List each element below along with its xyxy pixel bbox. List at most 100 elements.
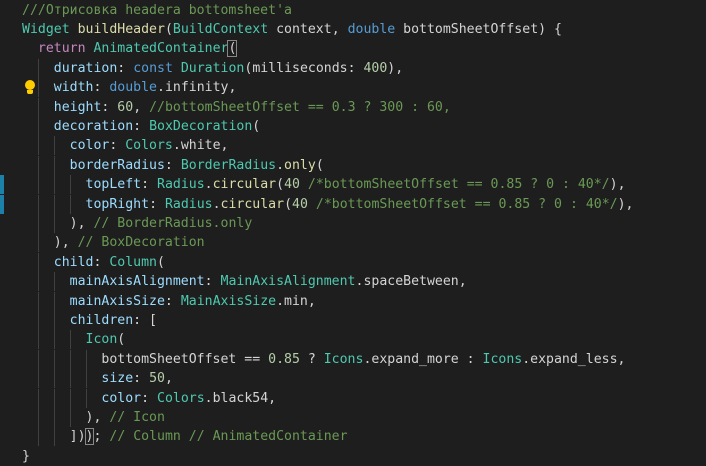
code-token: : [ xyxy=(133,312,157,328)
code-line[interactable]: ])); // Column // AnimatedContainer xyxy=(0,427,706,447)
code-token: : xyxy=(133,371,150,387)
code-token: : xyxy=(93,254,110,270)
code-line[interactable]: mainAxisSize: MainAxisSize.min, xyxy=(0,291,706,311)
code-text: ), // Icon xyxy=(22,408,165,427)
code-token: height xyxy=(53,99,102,115)
code-text: ])); // Column // AnimatedContainer xyxy=(22,427,348,446)
code-line[interactable]: duration: const Duration(milliseconds: 4… xyxy=(0,58,706,78)
code-token: return xyxy=(37,41,86,57)
code-token: borderRadius xyxy=(69,157,165,173)
code-token: 400 xyxy=(363,60,388,76)
code-token: ( xyxy=(315,157,324,173)
code-line[interactable]: ///Отрисовка headera bottomsheet'a xyxy=(0,1,706,20)
code-text: Widget buildHeader(BuildContext context,… xyxy=(22,20,562,39)
code-text: height: 60, //bottomSheetOffset == 0.3 ?… xyxy=(22,98,451,117)
code-token: circular xyxy=(220,196,285,212)
code-line[interactable]: borderRadius: BorderRadius.only( xyxy=(0,155,706,175)
code-token: Icons xyxy=(482,351,523,367)
code-token: : xyxy=(204,274,221,290)
code-token: ( xyxy=(157,254,165,270)
code-line[interactable]: child: Column( xyxy=(0,252,706,272)
code-text: mainAxisAlignment: MainAxisAlignment.spa… xyxy=(22,272,467,291)
code-line[interactable]: ), // BoxDecoration xyxy=(0,233,706,253)
code-token: ), xyxy=(22,235,78,251)
code-token: bottomSheetOffset == xyxy=(22,351,269,367)
code-token: Icons xyxy=(323,351,364,367)
code-text: mainAxisSize: MainAxisSize.min, xyxy=(22,292,316,311)
code-token: . xyxy=(212,196,221,212)
code-text: duration: const Duration(milliseconds: 4… xyxy=(22,59,403,78)
code-token: } xyxy=(22,448,30,464)
code-editor[interactable]: ///Отрисовка headera bottomsheet'a Widget… xyxy=(0,0,706,464)
code-text: ), // BorderRadius.only xyxy=(22,214,253,233)
code-line[interactable]: Icon( xyxy=(0,330,706,350)
code-token: // Column // AnimatedContainer xyxy=(109,429,348,445)
code-line[interactable]: height: 60, //bottomSheetOffset == 0.3 ?… xyxy=(0,97,706,117)
code-text: decoration: BoxDecoration( xyxy=(22,117,260,136)
code-token: double xyxy=(347,21,396,37)
code-token: color xyxy=(101,390,142,406)
code-token: , xyxy=(133,99,150,115)
code-token: decoration xyxy=(53,118,134,134)
code-token: Widget xyxy=(22,21,70,37)
lightbulb-icon[interactable] xyxy=(24,80,36,95)
code-token: .white, xyxy=(172,138,229,154)
code-line[interactable]: ), // BorderRadius.only xyxy=(0,213,706,233)
code-text: width: double.infinity, xyxy=(22,78,237,97)
code-line[interactable]: topRight: Radius.circular(40 /*bottomShe… xyxy=(0,194,706,214)
code-token: ), xyxy=(22,215,94,231)
code-token: Duration xyxy=(180,60,245,76)
code-line[interactable]: decoration: BoxDecoration( xyxy=(0,116,706,136)
code-token: Colors xyxy=(125,138,173,154)
code-token: . xyxy=(204,177,213,193)
code-token: child xyxy=(53,254,94,270)
code-line[interactable]: children: [ xyxy=(0,310,706,330)
code-token: const xyxy=(133,60,173,76)
code-token: mainAxisSize xyxy=(69,293,165,309)
code-token: Icon xyxy=(85,332,118,348)
code-line[interactable]: ), // Icon xyxy=(0,407,706,427)
code-token: ? xyxy=(299,351,324,367)
code-line[interactable]: size: 50, xyxy=(0,369,706,389)
code-token: : xyxy=(164,157,181,173)
code-token: (milliseconds: xyxy=(244,60,364,76)
code-token: width xyxy=(53,80,94,96)
code-token: : xyxy=(93,80,110,96)
code-text: borderRadius: BorderRadius.only( xyxy=(22,156,324,175)
code-line[interactable]: Widget buildHeader(BuildContext context,… xyxy=(0,20,706,39)
code-line[interactable]: width: double.infinity, xyxy=(0,78,706,98)
code-token: : xyxy=(149,196,165,212)
code-token: circular xyxy=(212,177,277,193)
code-line[interactable]: color: Colors.white, xyxy=(0,136,706,156)
code-token: ), xyxy=(387,60,404,76)
code-line[interactable]: bottomSheetOffset == 0.85 ? Icons.expand… xyxy=(0,349,706,369)
code-token: Colors xyxy=(157,390,205,406)
code-token: ( xyxy=(252,118,261,134)
code-text: color: Colors.white, xyxy=(22,136,229,155)
code-token: // BorderRadius.only xyxy=(93,215,253,231)
code-token: children xyxy=(69,312,134,328)
modified-line-marker xyxy=(0,175,4,195)
code-line[interactable]: color: Colors.black54, xyxy=(0,388,706,408)
code-token: ; xyxy=(93,429,110,445)
code-text: return AnimatedContainer( xyxy=(22,39,238,58)
code-line[interactable]: topLeft: Radius.circular(40 /*bottomShee… xyxy=(0,175,706,195)
code-token: ( xyxy=(284,196,293,212)
code-token: : xyxy=(109,138,126,154)
code-line[interactable]: mainAxisAlignment: MainAxisAlignment.spa… xyxy=(0,272,706,292)
code-token: : xyxy=(117,60,134,76)
code-line[interactable]: return AnimatedContainer( xyxy=(0,39,706,58)
code-token: /*bottomSheetOffset == 0.85 ? 0 : 40*/ xyxy=(315,196,618,212)
code-token: 50 xyxy=(149,371,165,387)
code-token: : xyxy=(141,177,157,193)
